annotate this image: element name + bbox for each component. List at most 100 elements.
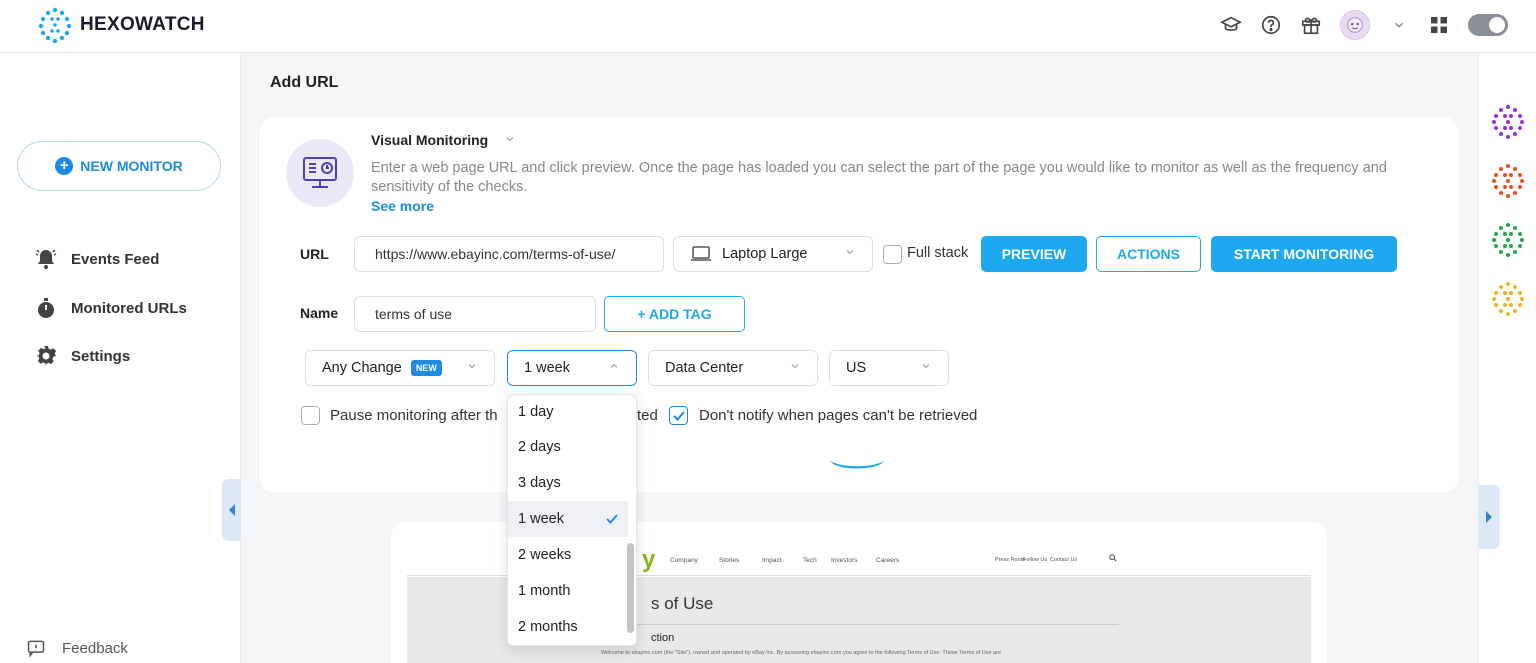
name-input[interactable]: terms of use	[354, 296, 596, 332]
theme-toggle[interactable]	[1468, 14, 1508, 36]
pause-monitoring-checkbox[interactable]	[301, 406, 320, 425]
add-url-card: Visual Monitoring Enter a web page URL a…	[260, 117, 1458, 492]
product-app-icon[interactable]	[1490, 222, 1526, 258]
chevron-down-icon	[466, 360, 478, 376]
see-more-link[interactable]: See more	[371, 198, 434, 214]
change-type-select[interactable]: Any Change NEW	[305, 350, 495, 386]
name-label: Name	[300, 305, 339, 321]
page-title: Add URL	[270, 74, 339, 91]
preview-nav-item: Tech	[803, 557, 817, 564]
preview-nav-item: Follow Us	[1023, 557, 1048, 563]
product-app-icon[interactable]	[1490, 163, 1526, 199]
monitor-type-label: Visual Monitoring	[371, 132, 489, 148]
no-notify-checkbox[interactable]	[669, 406, 688, 425]
graduation-cap-icon[interactable]	[1220, 14, 1242, 36]
preview-heading: s of Use	[651, 594, 714, 613]
feedback-icon	[26, 638, 46, 658]
frequency-option[interactable]: 3 days	[508, 465, 628, 501]
preview-nav-item: Contact Us	[1050, 557, 1078, 563]
frequency-option-selected[interactable]: 1 week	[508, 501, 628, 537]
check-icon	[606, 514, 618, 524]
brand-logo[interactable]: HEXOWATCH	[36, 6, 205, 44]
gift-icon[interactable]	[1300, 14, 1322, 36]
monitor-type-select[interactable]: Visual Monitoring	[371, 132, 516, 148]
preview-search-icon	[1109, 554, 1117, 564]
frequency-dropdown: 1 day 2 days 3 days 1 week 2 weeks 1 mon…	[507, 394, 637, 646]
pause-monitoring-label-tail: ted	[637, 407, 658, 424]
preview-nav-item: Stories	[719, 557, 740, 564]
sidebar-item-monitored-urls[interactable]: Monitored URLs	[34, 296, 187, 320]
no-notify-label: Don't notify when pages can't be retriev…	[699, 407, 978, 424]
frequency-option[interactable]: 1 day	[508, 395, 628, 429]
new-badge: NEW	[410, 360, 442, 376]
caret-right-icon	[1486, 511, 1492, 523]
help-circle-icon[interactable]	[1260, 14, 1282, 36]
device-select[interactable]: Laptop Large	[673, 236, 873, 272]
full-stack-checkbox[interactable]	[883, 245, 902, 264]
apps-grid-icon[interactable]	[1428, 14, 1450, 36]
chevron-up-icon	[608, 360, 620, 376]
preview-logo: y	[642, 546, 656, 573]
frequency-option[interactable]: 1 month	[508, 573, 628, 609]
url-label: URL	[300, 246, 329, 262]
plus-icon: +	[55, 157, 74, 175]
device-label: Laptop Large	[722, 246, 808, 262]
bell-icon	[34, 247, 58, 271]
sidebar-item-settings[interactable]: Settings	[34, 344, 130, 368]
add-tag-button[interactable]: + ADD TAG	[604, 296, 745, 332]
start-monitoring-button[interactable]: START MONITORING	[1211, 236, 1397, 272]
chevron-down-icon	[789, 360, 801, 376]
top-bar: HEXOWATCH	[0, 0, 1536, 53]
chevron-down-icon[interactable]	[1388, 14, 1410, 36]
chevron-down-icon	[504, 132, 516, 148]
preview-nav-item: Press Room	[995, 557, 1026, 563]
frequency-select[interactable]: 1 week	[507, 350, 637, 386]
preview-nav-item: Company	[670, 557, 698, 564]
caret-left-icon	[228, 504, 235, 516]
frequency-label: 1 week	[524, 360, 570, 376]
sidebar: + NEW MONITOR Events Feed Monitored URLs…	[0, 53, 241, 663]
hexowatch-logo-icon	[38, 7, 72, 44]
location-type-select[interactable]: Data Center	[648, 350, 818, 386]
location-type-label: Data Center	[665, 360, 744, 376]
preview-button[interactable]: PREVIEW	[981, 236, 1087, 272]
region-label: US	[846, 360, 867, 376]
preview-divider	[601, 624, 1119, 625]
frequency-option[interactable]: 2 weeks	[508, 537, 628, 573]
frequency-option[interactable]: 2 months	[508, 609, 628, 645]
full-stack-label: Full stack	[907, 245, 969, 261]
feedback-link[interactable]: Feedback	[26, 638, 128, 658]
product-app-icon[interactable]	[1490, 281, 1526, 317]
dropdown-scrollbar[interactable]	[627, 543, 634, 633]
monitor-description: Enter a web page URL and click preview. …	[371, 160, 1387, 195]
preview-paragraph: Welcome to ebayinc.com (the "Site"), own…	[601, 650, 1002, 656]
gear-icon	[34, 344, 58, 368]
chevron-down-icon	[920, 360, 932, 376]
expand-right-panel-button[interactable]	[1478, 485, 1500, 549]
preview-nav-item: Investors	[831, 557, 858, 564]
feedback-label: Feedback	[62, 639, 128, 657]
preview-nav-item: Careers	[876, 557, 900, 564]
right-rail	[1478, 53, 1536, 663]
top-actions	[1220, 10, 1508, 40]
chevron-down-icon	[844, 246, 856, 262]
expand-options-icon[interactable]	[828, 458, 886, 477]
sidebar-item-label: Events Feed	[71, 250, 160, 268]
preview-subheading: ction	[651, 632, 675, 644]
url-input[interactable]: https://www.ebayinc.com/terms-of-use/	[354, 236, 664, 272]
preview-nav-item: Impact	[762, 557, 782, 564]
sidebar-item-events-feed[interactable]: Events Feed	[34, 247, 159, 271]
check-icon	[672, 410, 685, 421]
collapse-sidebar-button[interactable]	[222, 479, 241, 541]
pause-monitoring-label: Pause monitoring after th	[330, 407, 498, 424]
sidebar-item-label: Settings	[71, 347, 131, 365]
brand-name: HEXOWATCH	[80, 14, 205, 35]
frequency-option[interactable]: 2 days	[508, 429, 628, 465]
new-monitor-button[interactable]: + NEW MONITOR	[17, 141, 221, 191]
sidebar-item-label: Monitored URLs	[71, 299, 187, 317]
product-app-icon[interactable]	[1490, 104, 1526, 140]
stopwatch-icon	[34, 296, 58, 320]
actions-button[interactable]: ACTIONS	[1096, 236, 1201, 272]
region-select[interactable]: US	[829, 350, 949, 386]
avatar[interactable]	[1340, 10, 1370, 40]
